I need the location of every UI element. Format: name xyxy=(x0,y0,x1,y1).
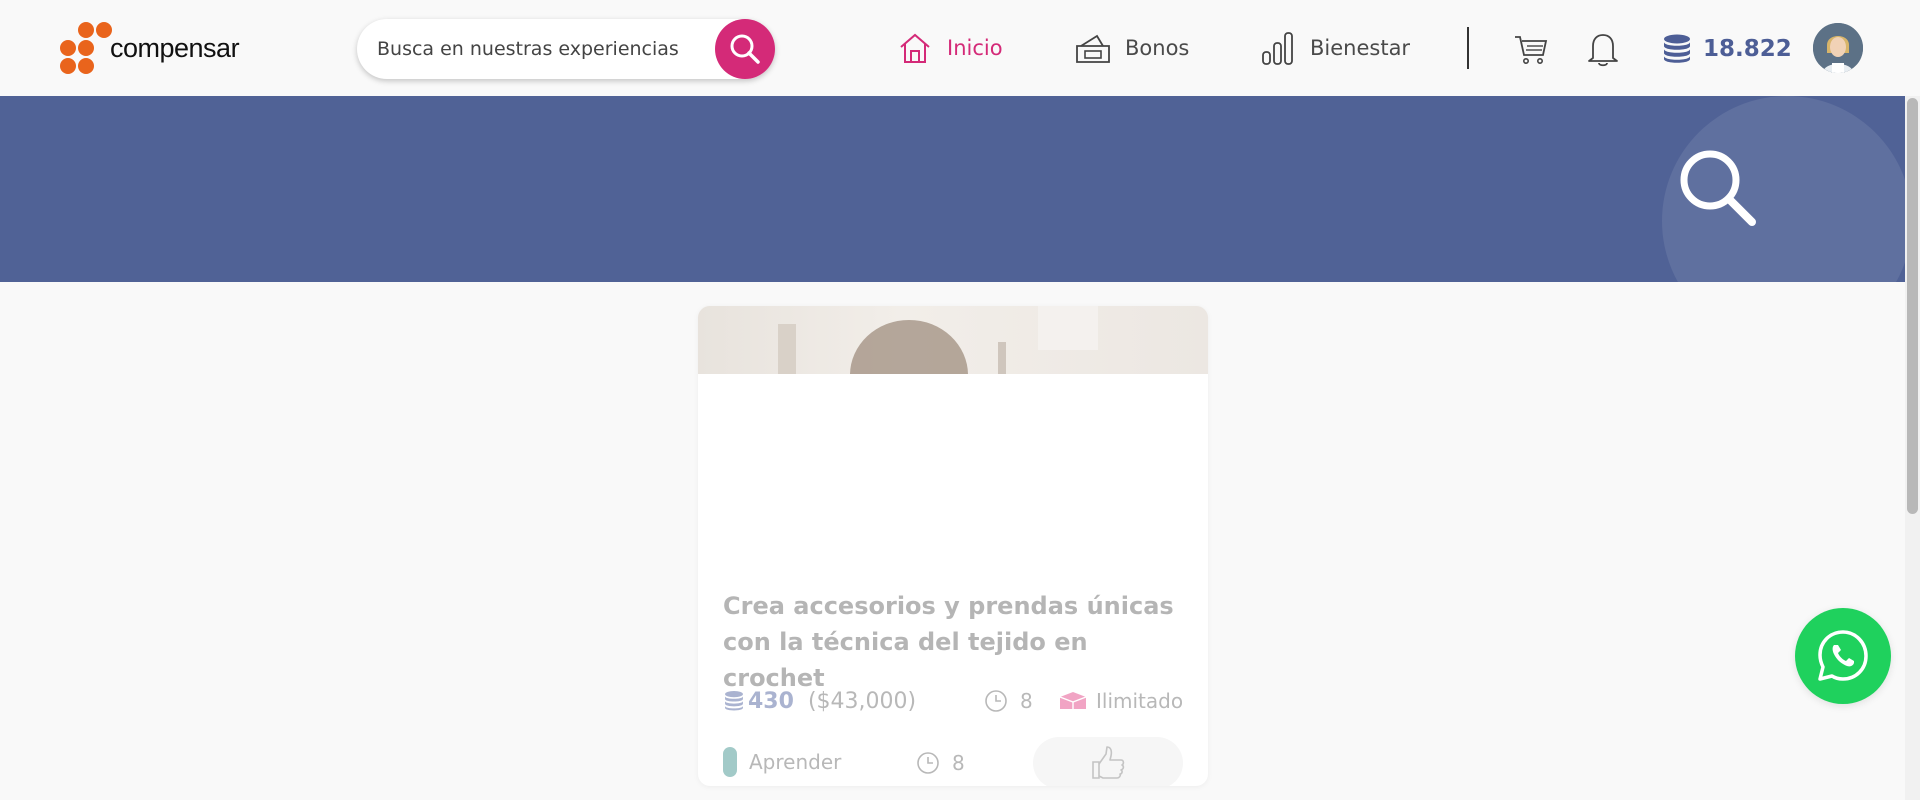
voucher-icon xyxy=(1076,34,1110,63)
cart-icon xyxy=(1515,36,1548,64)
notifications-button[interactable] xyxy=(1584,30,1622,68)
search-input[interactable] xyxy=(377,19,697,79)
top-header: compensar Inicio Bonos xyxy=(0,0,1920,96)
experience-duration-secondary-value: 8 xyxy=(952,751,965,775)
home-icon xyxy=(900,33,930,63)
experience-availability-value: Ilimitado xyxy=(1096,689,1184,713)
experience-duration: 8 xyxy=(984,686,1033,716)
clock-icon xyxy=(985,690,1007,712)
experience-availability: Ilimitado xyxy=(1058,686,1183,716)
experience-duration-value: 8 xyxy=(1020,689,1033,713)
banner-search-icon xyxy=(1680,150,1756,226)
nav-item-bienestar[interactable]: Bienestar xyxy=(1260,28,1410,68)
nav-label-inicio: Inicio xyxy=(947,36,1003,60)
experience-points: 430 xyxy=(748,688,794,714)
avatar-icon xyxy=(1813,23,1863,73)
clock-icon xyxy=(917,752,939,774)
nav-label-bonos: Bonos xyxy=(1125,36,1190,60)
user-avatar[interactable] xyxy=(1813,23,1863,73)
experience-image xyxy=(698,306,1208,374)
bar-chart-icon xyxy=(1262,32,1293,65)
search-bar xyxy=(357,19,775,79)
coins-icon xyxy=(725,691,743,711)
experience-title: Crea accesorios y prendas únicas con la … xyxy=(723,592,1174,692)
scrollbar-thumb[interactable] xyxy=(1907,98,1918,514)
points-value: 18.822 xyxy=(1703,36,1792,62)
experience-card[interactable]: Crea accesorios y prendas únicas con la … xyxy=(698,306,1208,786)
whatsapp-icon xyxy=(1818,630,1868,681)
experience-category-label: Aprender xyxy=(749,750,842,774)
like-button[interactable] xyxy=(1033,737,1183,786)
coins-icon xyxy=(1664,34,1690,63)
experience-cop-price: ($43,000) xyxy=(807,688,917,714)
experience-price: 430 ($43,000) xyxy=(723,686,916,716)
hero-banner xyxy=(0,96,1905,282)
category-color-tag xyxy=(723,747,737,777)
bell-icon xyxy=(1588,34,1618,67)
ticket-box-icon xyxy=(1059,692,1087,709)
search-icon xyxy=(730,34,760,64)
nav-item-bonos[interactable]: Bonos xyxy=(1075,28,1189,68)
logo-wordmark: compensar xyxy=(110,32,240,63)
cart-button[interactable] xyxy=(1512,30,1550,68)
thumbs-up-icon xyxy=(1092,746,1125,779)
page-scrollbar[interactable] xyxy=(1905,96,1920,800)
search-button[interactable] xyxy=(715,19,775,79)
compensar-logo[interactable]: compensar xyxy=(60,22,240,74)
experience-duration-secondary: 8 xyxy=(916,748,965,778)
experience-category: Aprender xyxy=(723,746,841,778)
nav-divider xyxy=(1467,27,1469,69)
points-balance[interactable]: 18.822 xyxy=(1661,30,1792,68)
nav-item-inicio[interactable]: Inicio xyxy=(897,28,1003,68)
nav-label-bienestar: Bienestar xyxy=(1310,36,1411,60)
logo-mark-icon xyxy=(60,22,112,74)
whatsapp-button[interactable] xyxy=(1795,608,1891,704)
